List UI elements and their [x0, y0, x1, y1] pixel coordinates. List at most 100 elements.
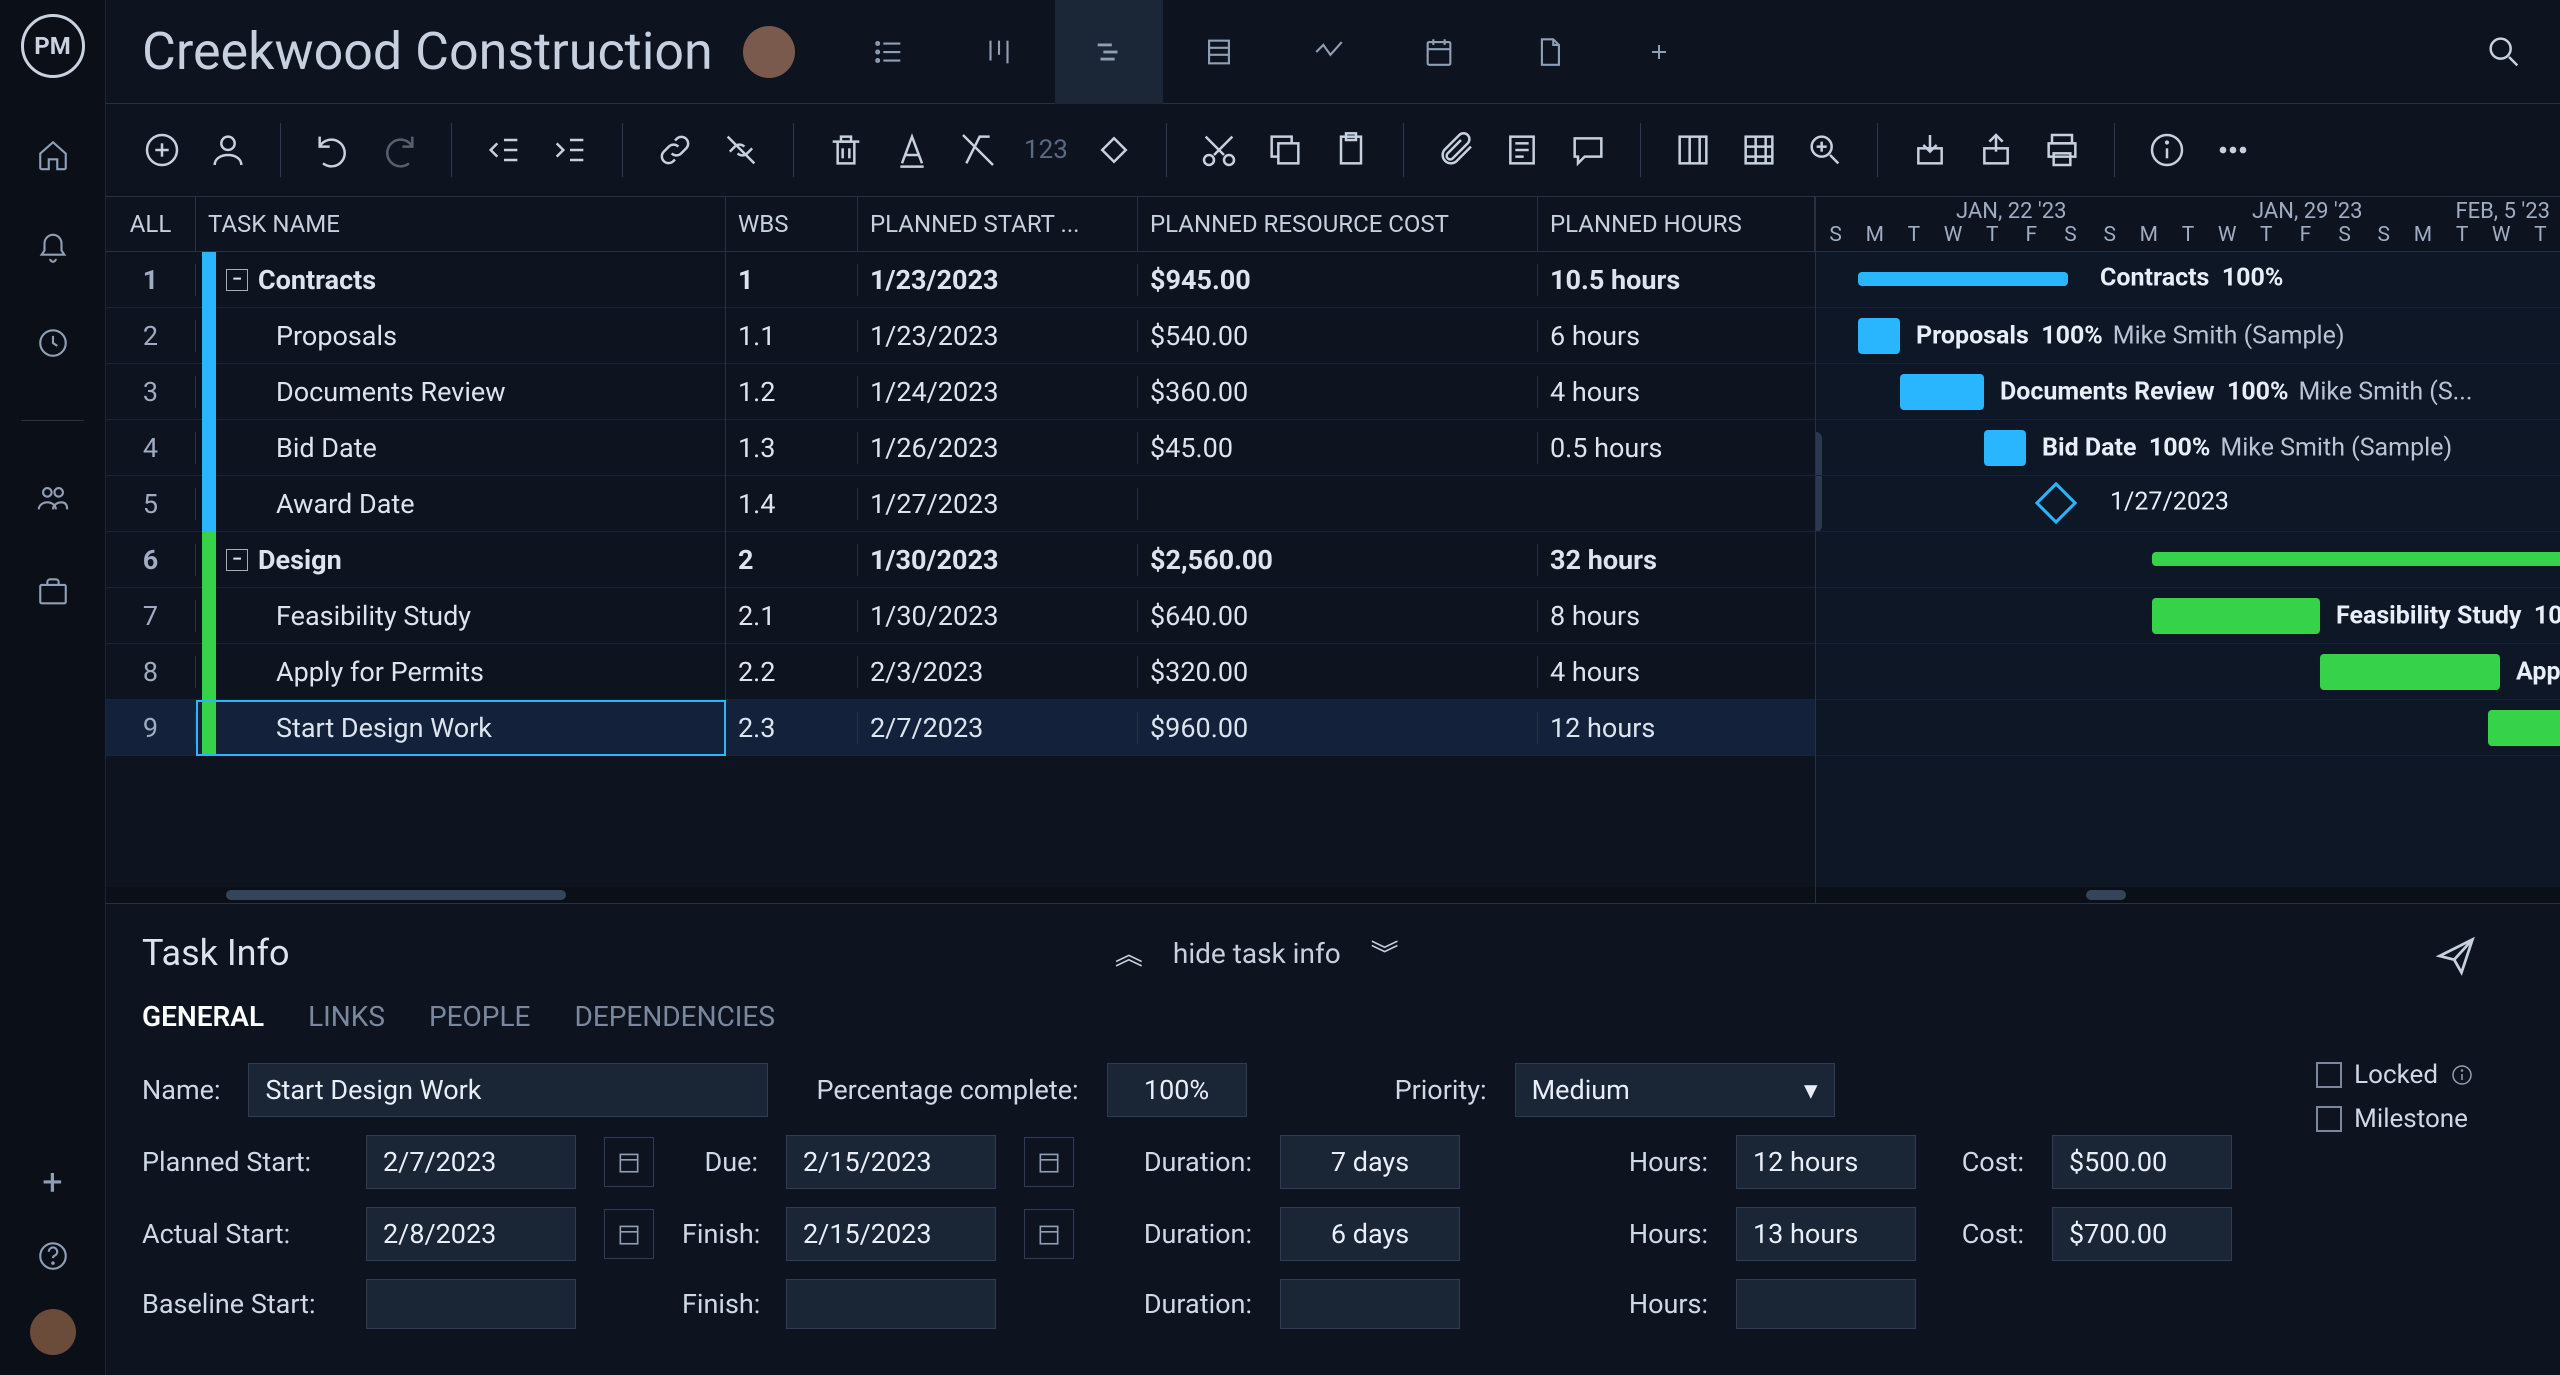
project-owner-avatar[interactable] — [743, 26, 795, 78]
baseline-start-input[interactable] — [366, 1279, 576, 1329]
tab-dependencies[interactable]: DEPENDENCIES — [574, 1000, 774, 1033]
column-header-all[interactable]: ALL — [106, 197, 196, 251]
gantt-bar[interactable]: Proposals 100%Mike Smith (Sample) — [1858, 318, 1900, 354]
planned-start-input[interactable]: 2/7/2023 — [366, 1135, 576, 1189]
link-icon[interactable] — [655, 130, 695, 170]
table-row[interactable]: 8 Apply for Permits 2.2 2/3/2023 $320.00… — [106, 644, 1815, 700]
table-row[interactable]: 6 − Design 2 1/30/2023 $2,560.00 32 hour… — [106, 532, 1815, 588]
redo-icon[interactable] — [379, 130, 419, 170]
current-user-avatar[interactable] — [30, 1309, 76, 1355]
table-row[interactable]: 5 Award Date 1.4 1/27/2023 — [106, 476, 1815, 532]
cut-icon[interactable] — [1199, 130, 1239, 170]
column-header-start[interactable]: PLANNED START ... — [858, 197, 1138, 251]
comments-icon[interactable] — [1568, 130, 1608, 170]
column-header-wbs[interactable]: WBS — [726, 197, 858, 251]
history-icon[interactable] — [36, 326, 70, 360]
name-input[interactable]: Start Design Work — [248, 1063, 768, 1117]
info-icon[interactable] — [2147, 130, 2187, 170]
grid-icon[interactable] — [1739, 130, 1779, 170]
view-file-icon[interactable] — [1495, 0, 1603, 104]
more-icon[interactable] — [2213, 130, 2253, 170]
add-view-icon[interactable] — [1605, 0, 1713, 104]
indent-icon[interactable] — [550, 130, 590, 170]
actual-cost-input[interactable]: $700.00 — [2052, 1207, 2232, 1261]
gantt-bar[interactable]: Documents Review 100%Mike Smith (S... — [1900, 374, 1984, 410]
baseline-hours-input[interactable] — [1736, 1279, 1916, 1329]
paste-icon[interactable] — [1331, 130, 1371, 170]
gantt-bar[interactable]: Feasibility Study 10 — [2152, 598, 2320, 634]
gantt-horizontal-scrollbar[interactable] — [1816, 887, 2560, 903]
calendar-icon[interactable] — [1024, 1209, 1074, 1259]
home-icon[interactable] — [36, 138, 70, 172]
outdent-icon[interactable] — [484, 130, 524, 170]
view-dashboard-icon[interactable] — [1275, 0, 1383, 104]
tab-people[interactable]: PEOPLE — [429, 1000, 531, 1033]
percent-complete-input[interactable]: 123 — [1024, 135, 1068, 165]
gantt-bar[interactable] — [2488, 710, 2560, 746]
calendar-icon[interactable] — [1024, 1137, 1074, 1187]
notifications-icon[interactable] — [36, 232, 70, 266]
assign-icon[interactable] — [208, 130, 248, 170]
gantt-bar[interactable] — [2152, 552, 2560, 566]
tab-general[interactable]: GENERAL — [142, 1000, 264, 1033]
team-icon[interactable] — [36, 481, 70, 515]
zoom-icon[interactable] — [1805, 130, 1845, 170]
view-list-icon[interactable] — [835, 0, 943, 104]
table-horizontal-scrollbar[interactable] — [106, 887, 1815, 903]
table-row[interactable]: 9 Start Design Work 2.3 2/7/2023 $960.00… — [106, 700, 1815, 756]
due-input[interactable]: 2/15/2023 — [786, 1135, 996, 1189]
send-icon[interactable] — [2434, 934, 2478, 978]
table-row[interactable]: 1 − Contracts 1 1/23/2023 $945.00 10.5 h… — [106, 252, 1815, 308]
view-calendar-icon[interactable] — [1385, 0, 1493, 104]
planned-cost-input[interactable]: $500.00 — [2052, 1135, 2232, 1189]
add-task-icon[interactable] — [142, 130, 182, 170]
milestone-checkbox[interactable] — [2316, 1106, 2342, 1132]
add-button[interactable]: + — [42, 1161, 62, 1203]
unlink-icon[interactable] — [721, 130, 761, 170]
columns-icon[interactable] — [1673, 130, 1713, 170]
clear-format-icon[interactable] — [958, 130, 998, 170]
notes-icon[interactable] — [1502, 130, 1542, 170]
help-icon[interactable] — [36, 1239, 70, 1273]
view-board-icon[interactable] — [945, 0, 1053, 104]
planned-hours-input[interactable]: 12 hours — [1736, 1135, 1916, 1189]
priority-select[interactable]: Medium▾ — [1515, 1063, 1835, 1117]
gantt-bar[interactable]: Apply f — [2320, 654, 2500, 690]
calendar-icon[interactable] — [604, 1137, 654, 1187]
column-header-hours[interactable]: PLANNED HOURS — [1538, 197, 1815, 251]
projects-icon[interactable] — [36, 575, 70, 609]
collapse-toggle[interactable]: − — [226, 549, 248, 571]
attachment-icon[interactable] — [1436, 130, 1476, 170]
pct-input[interactable]: 100% — [1107, 1063, 1247, 1117]
collapse-double-icon[interactable]: ︽ — [1115, 933, 1143, 973]
expand-double-icon[interactable]: ︾ — [1371, 933, 1399, 973]
locked-checkbox[interactable] — [2316, 1062, 2342, 1088]
baseline-duration-input[interactable] — [1280, 1279, 1460, 1329]
actual-start-input[interactable]: 2/8/2023 — [366, 1207, 576, 1261]
hide-task-info-button[interactable]: hide task info — [1173, 937, 1341, 970]
actual-hours-input[interactable]: 13 hours — [1736, 1207, 1916, 1261]
column-header-cost[interactable]: PLANNED RESOURCE COST — [1138, 197, 1538, 251]
view-gantt-icon[interactable] — [1055, 0, 1163, 104]
baseline-finish-input[interactable] — [786, 1279, 996, 1329]
delete-icon[interactable] — [826, 130, 866, 170]
milestone-diamond-icon[interactable] — [1094, 130, 1134, 170]
table-row[interactable]: 4 Bid Date 1.3 1/26/2023 $45.00 0.5 hour… — [106, 420, 1815, 476]
text-style-icon[interactable] — [892, 130, 932, 170]
table-row[interactable]: 2 Proposals 1.1 1/23/2023 $540.00 6 hour… — [106, 308, 1815, 364]
view-sheet-icon[interactable] — [1165, 0, 1273, 104]
copy-icon[interactable] — [1265, 130, 1305, 170]
collapse-toggle[interactable]: − — [226, 269, 248, 291]
table-row[interactable]: 3 Documents Review 1.2 1/24/2023 $360.00… — [106, 364, 1815, 420]
calendar-icon[interactable] — [604, 1209, 654, 1259]
gantt-bar[interactable]: Bid Date 100%Mike Smith (Sample) — [1984, 430, 2026, 466]
gantt-milestone[interactable] — [2035, 482, 2077, 524]
import-icon[interactable] — [1910, 130, 1950, 170]
planned-duration-input[interactable]: 7 days — [1280, 1135, 1460, 1189]
column-header-name[interactable]: TASK NAME — [196, 197, 726, 251]
export-icon[interactable] — [1976, 130, 2016, 170]
actual-finish-input[interactable]: 2/15/2023 — [786, 1207, 996, 1261]
print-icon[interactable] — [2042, 130, 2082, 170]
app-logo[interactable]: PM — [21, 14, 85, 78]
table-row[interactable]: 7 Feasibility Study 2.1 1/30/2023 $640.0… — [106, 588, 1815, 644]
